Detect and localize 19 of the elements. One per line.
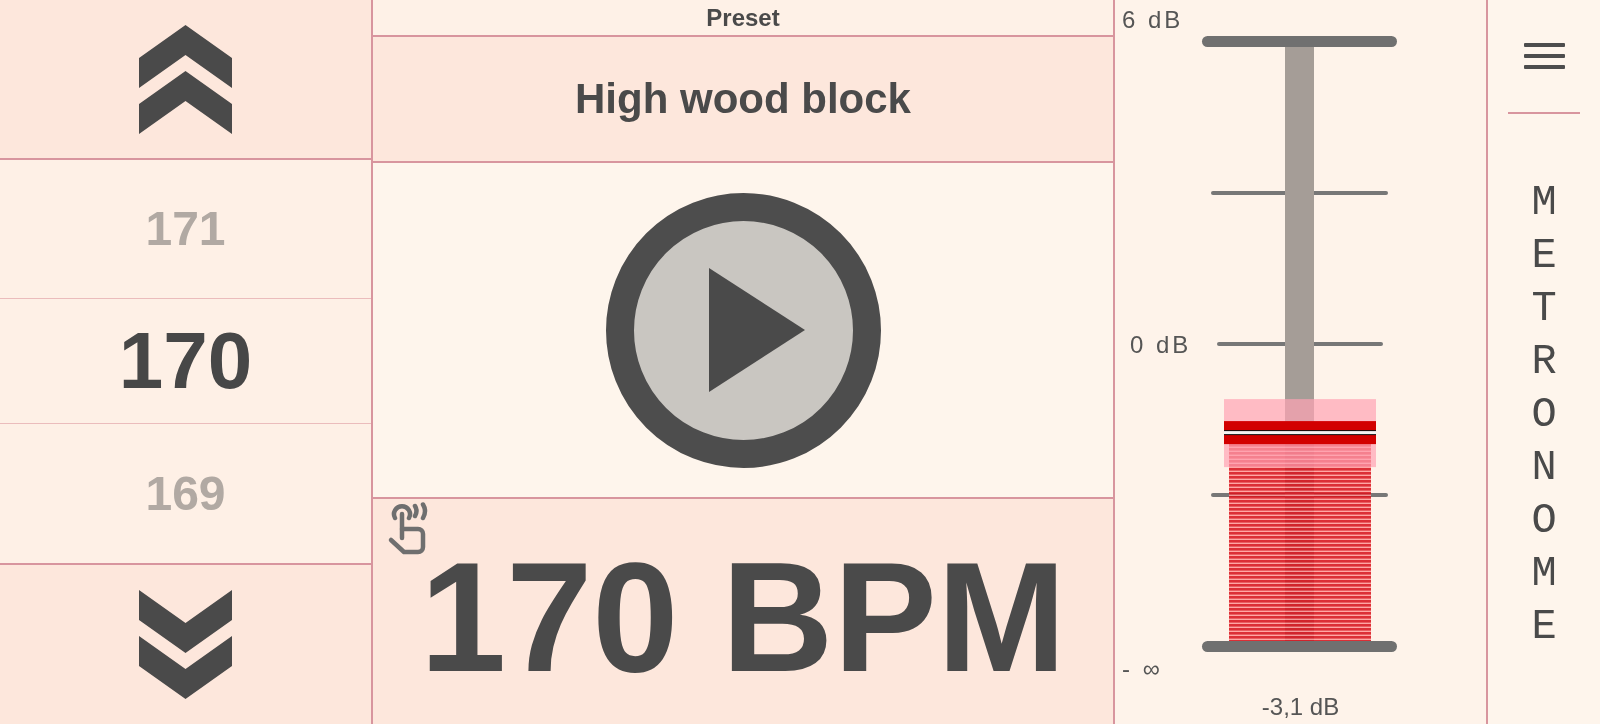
double-chevron-up-icon xyxy=(139,24,232,134)
double-chevron-down-icon xyxy=(139,590,232,699)
app-title: METRONOME xyxy=(1531,177,1557,653)
volume-slider-track[interactable] xyxy=(1224,47,1376,641)
tap-tempo-pad[interactable]: 170 BPM xyxy=(373,499,1113,724)
tempo-display: 170 BPM xyxy=(419,556,1067,680)
tempo-option[interactable]: 170 xyxy=(0,299,371,424)
volume-thumb[interactable] xyxy=(1224,399,1376,468)
play-icon xyxy=(709,268,805,392)
tempo-down-button[interactable] xyxy=(0,563,371,724)
preset-selector[interactable]: High wood block xyxy=(373,37,1113,163)
tempo-up-button[interactable] xyxy=(0,0,371,160)
preset-label: Preset xyxy=(373,0,1113,37)
volume-reading: -3,1 dB xyxy=(1261,693,1340,721)
menu-button[interactable] xyxy=(1523,43,1565,69)
scale-label: - ∞ xyxy=(1122,655,1163,682)
scale-label: 6 dB xyxy=(1122,6,1184,33)
scale-label: 0 dB xyxy=(1130,331,1192,358)
menu-icon xyxy=(1523,43,1565,69)
